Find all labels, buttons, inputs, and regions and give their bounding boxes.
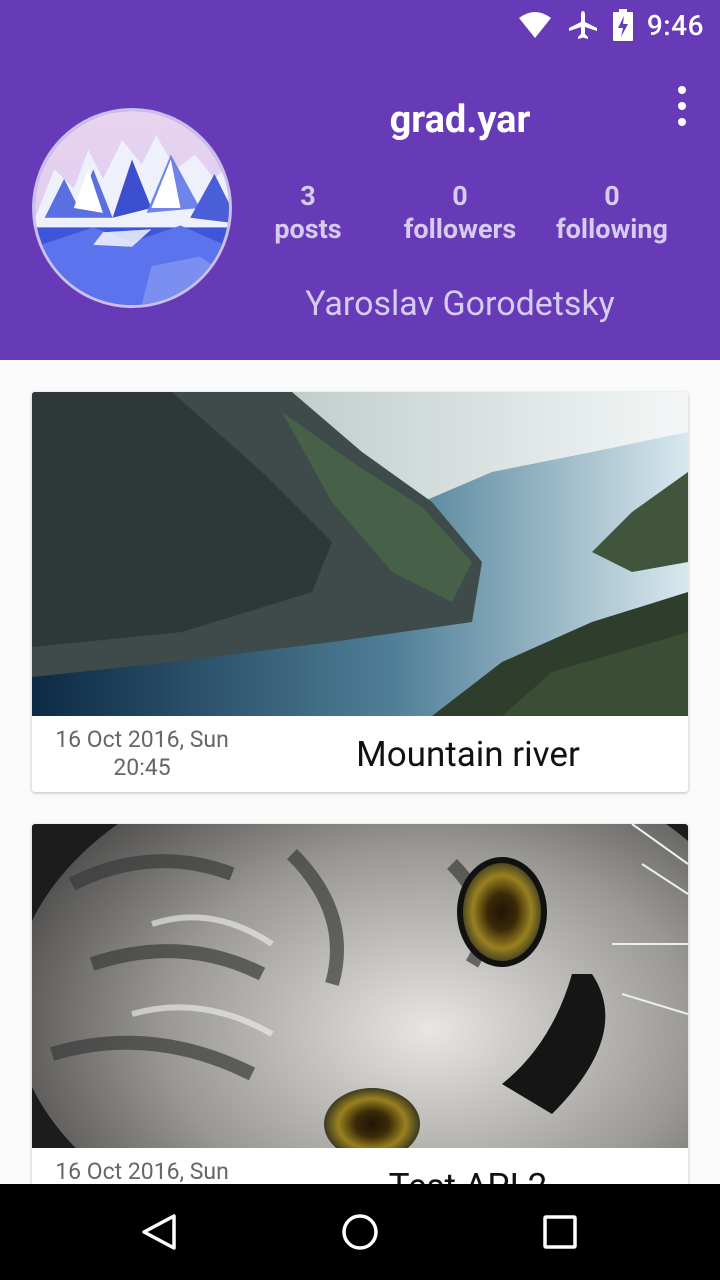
post-card[interactable]: 16 Oct 2016, Sun Test API 2 bbox=[32, 824, 688, 1184]
post-image[interactable] bbox=[32, 824, 688, 1148]
wifi-icon bbox=[518, 12, 551, 38]
post-title: Mountain river bbox=[356, 734, 580, 775]
clock: 9:46 bbox=[646, 8, 704, 42]
post-date-day: 16 Oct 2016, Sun bbox=[55, 1158, 229, 1184]
stat-following-label: following bbox=[556, 213, 668, 245]
stat-following[interactable]: 0 following bbox=[532, 180, 692, 246]
airplane-mode-icon bbox=[568, 11, 597, 39]
battery-charging-icon bbox=[612, 9, 633, 41]
post-feed[interactable]: 16 Oct 2016, Sun 20:45 Mountain river 16… bbox=[0, 360, 720, 1184]
profile-stats: 3 posts 0 followers 0 following bbox=[238, 180, 708, 260]
post-date: 16 Oct 2016, Sun bbox=[32, 1158, 252, 1184]
avatar[interactable] bbox=[32, 108, 232, 308]
overflow-menu-icon[interactable] bbox=[670, 86, 694, 126]
stat-followers[interactable]: 0 followers bbox=[380, 180, 540, 246]
stat-posts-count: 3 bbox=[300, 180, 316, 212]
recents-icon[interactable] bbox=[536, 1208, 584, 1256]
back-icon[interactable] bbox=[136, 1208, 184, 1256]
post-image[interactable] bbox=[32, 392, 688, 716]
stat-posts-label: posts bbox=[274, 213, 342, 245]
post-footer: 16 Oct 2016, Sun Test API 2 bbox=[32, 1148, 688, 1184]
post-date-time: 20:45 bbox=[113, 754, 171, 781]
post-card[interactable]: 16 Oct 2016, Sun 20:45 Mountain river bbox=[32, 392, 688, 792]
post-date: 16 Oct 2016, Sun 20:45 bbox=[32, 726, 252, 782]
home-icon[interactable] bbox=[336, 1208, 384, 1256]
full-name: Yaroslav Gorodetsky bbox=[305, 284, 615, 324]
stat-followers-label: followers bbox=[403, 213, 517, 245]
post-title: Test API 2 bbox=[278, 1166, 658, 1184]
post-date-day: 16 Oct 2016, Sun bbox=[55, 726, 229, 753]
navigation-bar bbox=[0, 1184, 720, 1280]
profile-header: grad.yar 3 posts 0 followers 0 following… bbox=[0, 50, 720, 360]
stat-posts[interactable]: 3 posts bbox=[228, 180, 388, 246]
stat-following-count: 0 bbox=[604, 180, 620, 212]
stat-followers-count: 0 bbox=[452, 180, 468, 212]
username: grad.yar bbox=[389, 98, 531, 142]
status-bar: 9:46 bbox=[0, 0, 720, 50]
post-footer: 16 Oct 2016, Sun 20:45 Mountain river bbox=[32, 716, 688, 792]
